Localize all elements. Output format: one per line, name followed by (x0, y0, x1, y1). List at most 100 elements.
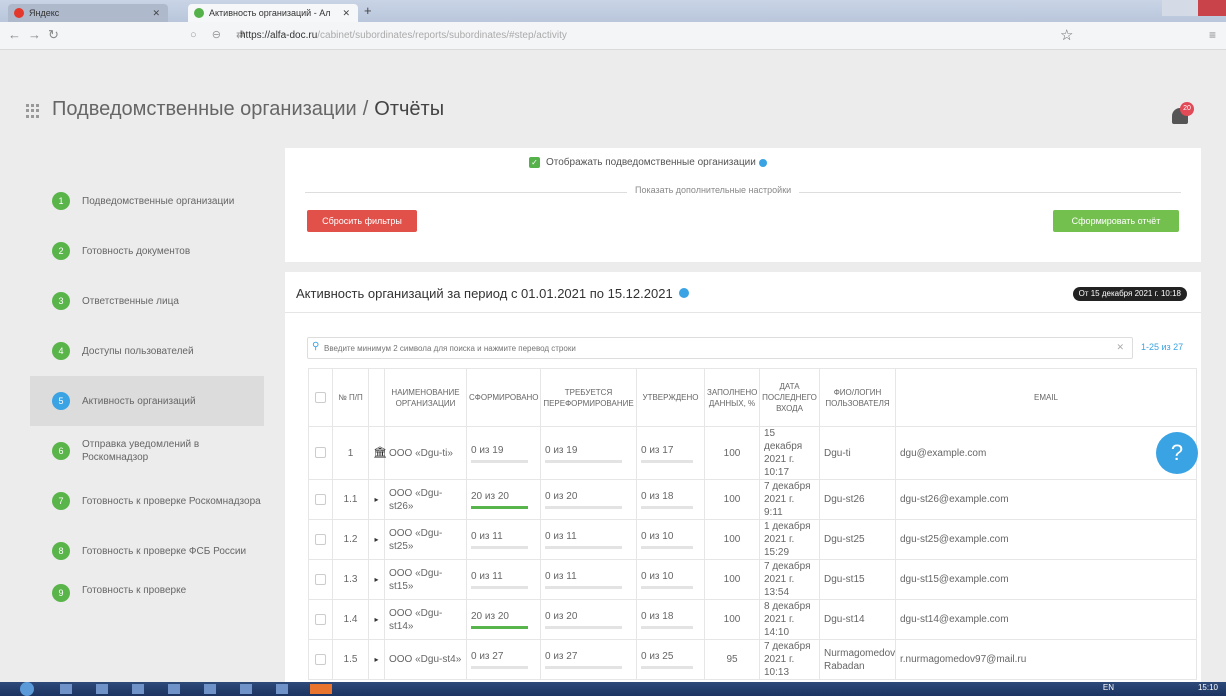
reform-progress-bar (545, 546, 622, 549)
column-header[interactable]: ТРЕБУЕТСЯ ПЕРЕФОРМИРОВАНИЕ (540, 368, 637, 427)
user-email: r.nurmagomedov97@mail.ru (895, 639, 1197, 680)
sidebar-item-label: Доступы пользователей (82, 345, 194, 357)
sidebar-item-documents[interactable]: 2 Готовность документов (30, 226, 264, 276)
browser-menu-icon[interactable]: ≡ (1209, 28, 1216, 42)
step-number: 5 (52, 392, 70, 410)
row-checkbox[interactable] (315, 493, 326, 505)
table-row[interactable]: 1.1 ▸ ООО «Dgu-st26» 20 из 20 0 из 20 0 из 18… (308, 479, 1197, 520)
sidebar-item-rkn-notifications[interactable]: 6 Отправка уведомлений в Роскомнадзор (30, 426, 264, 476)
window-close-button[interactable] (1198, 0, 1226, 16)
column-header[interactable]: УТВЕРЖДЕНО (636, 368, 705, 427)
window-controls (1162, 0, 1226, 16)
approved-value: 0 из 18 (641, 491, 674, 502)
approved-cell: 0 из 18 (636, 599, 705, 640)
more-settings-link[interactable]: Показать дополнительные настройки (627, 185, 800, 195)
table-row[interactable]: 1.4 ▸ ООО «Dgu-st14» 20 из 20 0 из 20 0 из 18… (308, 599, 1197, 640)
user-login: Dgu-ti (819, 426, 896, 480)
apps-grid-icon[interactable] (26, 104, 40, 118)
search-input[interactable] (324, 340, 1104, 356)
row-checkbox[interactable] (315, 653, 326, 665)
browser-tab-yandex[interactable]: Яндекс ✕ (8, 4, 168, 22)
approved-value: 0 из 18 (641, 611, 674, 622)
column-header[interactable]: ДАТА ПОСЛЕДНЕГО ВХОДА (759, 368, 820, 427)
taskbar-app-icon[interactable] (276, 684, 288, 694)
start-button[interactable] (20, 682, 34, 696)
checkbox-checked-icon[interactable]: ✓ (529, 157, 540, 168)
user-email: dgu@example.com (895, 426, 1197, 480)
org-name[interactable]: ООО «Dgu-st26» (384, 479, 467, 520)
table-row[interactable]: 1.5 ▸ ООО «Dgu-st4» 0 из 27 0 из 27 0 из 25 95… (308, 639, 1197, 680)
reform-cell: 0 из 19 (540, 426, 637, 480)
taskbar-app-icon[interactable] (168, 684, 180, 694)
clear-search-icon[interactable]: ✕ (1116, 342, 1124, 353)
close-tab-icon[interactable]: ✕ (342, 8, 350, 19)
reform-value: 0 из 27 (545, 651, 578, 662)
row-checkbox[interactable] (315, 447, 326, 459)
row-checkbox[interactable] (315, 573, 326, 585)
breadcrumb-section[interactable]: Подведомственные организации (52, 98, 357, 120)
sidebar-item-activity[interactable]: 5 Активность организаций (30, 376, 264, 426)
sidebar-item-subordinates[interactable]: 1 Подведомственные организации (30, 176, 264, 226)
show-subordinates-toggle[interactable]: ✓ Отображать подведомственные организаци… (529, 157, 767, 168)
reload-icon[interactable]: ↻ (48, 27, 59, 43)
reform-progress-bar (545, 506, 622, 509)
approved-progress-bar (641, 546, 693, 549)
back-icon[interactable]: ← (8, 27, 21, 42)
column-header[interactable]: ФИО/ЛОГИН ПОЛЬЗОВАТЕЛЯ (819, 368, 896, 427)
table-row[interactable]: 1.3 ▸ ООО «Dgu-st15» 0 из 11 0 из 11 0 из 10 1… (308, 559, 1197, 600)
clock: 15:10 (1197, 683, 1218, 692)
sidebar-item-responsible[interactable]: 3 Ответственные лица (30, 276, 264, 326)
taskbar-app-icon[interactable] (60, 684, 72, 694)
sidebar-item-fsb-readiness[interactable]: 8 Готовность к проверке ФСБ России (30, 526, 264, 576)
generate-report-button[interactable]: Сформировать отчёт (1053, 210, 1179, 232)
org-name[interactable]: ООО «Dgu-st4» (384, 639, 467, 680)
table-row[interactable]: 1.2 ▸ ООО «Dgu-st25» 0 из 11 0 из 11 0 из 10 1… (308, 519, 1197, 560)
forward-icon[interactable]: → (28, 27, 41, 42)
help-button[interactable]: ? (1156, 432, 1198, 474)
notifications-bell-icon[interactable]: 20 (1172, 102, 1194, 126)
sidebar-item-rkn-readiness[interactable]: 7 Готовность к проверке Роскомнадзора (30, 476, 264, 526)
new-tab-icon[interactable]: + (364, 3, 372, 18)
bookmark-star-icon[interactable]: ☆ (1060, 26, 1073, 44)
info-icon[interactable] (758, 158, 767, 167)
close-tab-icon[interactable]: ✕ (152, 8, 160, 19)
table-row[interactable]: 1 🏛 ООО «Dgu-ti» 0 из 19 0 из 19 0 из 17 100 15… (308, 426, 1197, 480)
column-header[interactable]: СФОРМИРОВАНО (466, 368, 541, 427)
pagination-counter: 1-25 из 27 (1141, 342, 1184, 352)
taskbar-browser-icon[interactable] (310, 684, 332, 694)
org-name[interactable]: ООО «Dgu-st15» (384, 559, 467, 600)
url-field[interactable]: https://alfa-doc.ru/cabinet/subordinates… (240, 30, 567, 41)
info-icon[interactable] (679, 288, 690, 298)
column-header-empty (368, 368, 385, 427)
tab-label: Активность организаций - Ал (209, 8, 331, 18)
expand-arrow-icon[interactable]: ▸ (374, 495, 378, 504)
column-header[interactable]: № П/П (332, 368, 369, 427)
language-indicator[interactable]: EN (1103, 683, 1114, 692)
sidebar-item-access[interactable]: 4 Доступы пользователей (30, 326, 264, 376)
taskbar-app-icon[interactable] (132, 684, 144, 694)
formed-value: 0 из 19 (471, 444, 504, 456)
column-header[interactable]: НАИМЕНОВАНИЕ ОРГАНИЗАЦИИ (384, 368, 467, 427)
last-login: 7 декабря 2021 г. 13:54 (759, 559, 820, 600)
taskbar-app-icon[interactable] (240, 684, 252, 694)
org-name[interactable]: ООО «Dgu-ti» (384, 426, 467, 480)
select-all-cell (308, 368, 333, 427)
column-header[interactable]: EMAIL (895, 368, 1197, 427)
expand-arrow-icon[interactable]: ▸ (374, 575, 378, 584)
taskbar-app-icon[interactable] (204, 684, 216, 694)
taskbar-app-icon[interactable] (96, 684, 108, 694)
org-name[interactable]: ООО «Dgu-st25» (384, 519, 467, 560)
tab-label: Яндекс (29, 8, 60, 18)
expand-arrow-icon[interactable]: ▸ (374, 655, 378, 664)
expand-arrow-icon[interactable]: ▸ (374, 615, 378, 624)
browser-tab-activity[interactable]: Активность организаций - Ал ✕ (188, 4, 358, 22)
expand-arrow-icon[interactable]: ▸ (374, 535, 378, 544)
org-name[interactable]: ООО «Dgu-st14» (384, 599, 467, 640)
select-all-checkbox[interactable] (315, 392, 326, 404)
column-header[interactable]: ЗАПОЛНЕНО ДАННЫХ, % (704, 368, 760, 427)
row-checkbox[interactable] (315, 613, 326, 625)
reset-filters-button[interactable]: Сбросить фильтры (307, 210, 417, 232)
row-checkbox[interactable] (315, 533, 326, 545)
sidebar-item-label: Готовность к проверке Роскомнадзора (82, 495, 261, 507)
sidebar-item-readiness[interactable]: 9 Готовность к проверке (30, 576, 264, 606)
